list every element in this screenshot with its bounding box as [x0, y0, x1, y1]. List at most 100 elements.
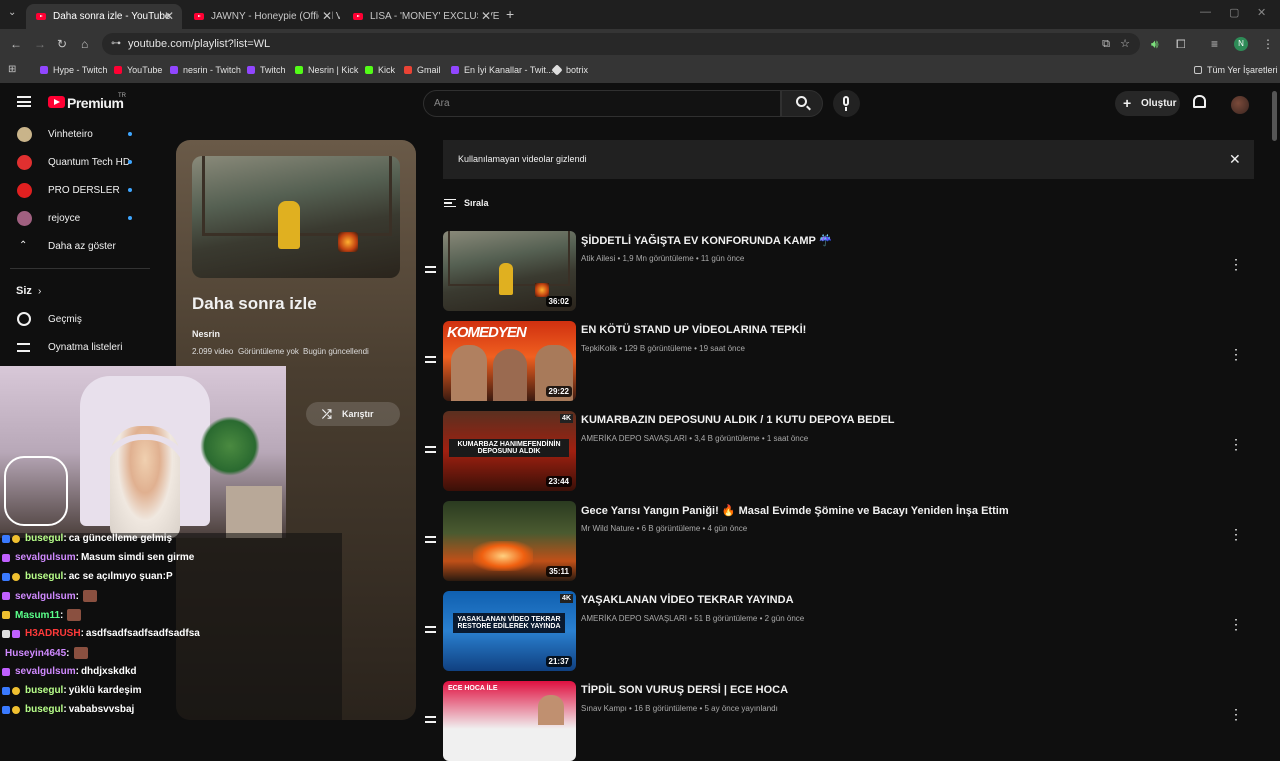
- extensions-icon[interactable]: ⧠: [1176, 37, 1186, 52]
- apps-grid-icon[interactable]: ⊞: [8, 64, 16, 75]
- drag-handle-icon[interactable]: [425, 536, 436, 543]
- folder-icon: [1194, 66, 1202, 74]
- more-actions-icon[interactable]: ⋮: [1229, 617, 1243, 631]
- bookmark-youtube[interactable]: YouTube: [114, 65, 162, 75]
- sidebar-sub-rejoyce[interactable]: rejoyce: [0, 204, 150, 232]
- bookmark-gmail[interactable]: Gmail: [404, 65, 441, 75]
- playlist-video-item[interactable]: ECE HOCA İLE TİPDİL SON VURUŞ DERSİ | EC…: [425, 681, 1263, 761]
- playlist-video-item[interactable]: YASAKLANAN VİDEO TEKRAR RESTORE EDİLEREK…: [425, 591, 1263, 671]
- plant: [200, 416, 260, 476]
- drag-handle-icon[interactable]: [425, 266, 436, 273]
- video-thumbnail[interactable]: KUMARBAZ HANIMEFENDİNİN DEPOSUNU ALDIK 4…: [443, 411, 576, 491]
- twitch-icon: [451, 66, 459, 74]
- search-input[interactable]: Ara: [434, 98, 450, 109]
- sidebar-history[interactable]: Geçmiş: [0, 305, 150, 333]
- forward-icon[interactable]: →: [34, 37, 46, 51]
- playlist-video-item[interactable]: 36:02 ŞİDDETLİ YAĞIŞTA EV KONFORUNDA KAM…: [425, 231, 1263, 311]
- close-window-icon[interactable]: ✕: [1257, 6, 1266, 19]
- video-title[interactable]: Gece Yarısı Yangın Paniği! 🔥 Masal Evimd…: [581, 504, 1009, 517]
- install-app-icon[interactable]: ⧉: [1102, 33, 1110, 55]
- bookmark-star-icon[interactable]: ☆: [1120, 33, 1130, 55]
- video-thumbnail[interactable]: 36:02: [443, 231, 576, 311]
- youtube-favicon-icon: [353, 13, 363, 20]
- chat-badge-icon: [2, 705, 10, 714]
- video-title[interactable]: EN KÖTÜ STAND UP VİDEOLARINA TEPKİ!: [581, 324, 806, 336]
- media-controls-icon[interactable]: ≡: [1211, 37, 1218, 51]
- drag-handle-icon[interactable]: [425, 626, 436, 633]
- video-title[interactable]: ŞİDDETLİ YAĞIŞTA EV KONFORUNDA KAMP ☔: [581, 234, 832, 247]
- notifications-bell-icon[interactable]: [1193, 95, 1206, 108]
- back-icon[interactable]: ←: [10, 37, 22, 51]
- voice-search-button[interactable]: [833, 90, 860, 117]
- bookmark-botrix[interactable]: botrix: [551, 64, 588, 76]
- more-actions-icon[interactable]: ⋮: [1229, 437, 1243, 451]
- bookmark-kick[interactable]: Kick: [365, 65, 395, 75]
- sidebar-show-less[interactable]: ⌃ Daha az göster: [0, 232, 150, 260]
- video-thumbnail[interactable]: 35:11: [443, 501, 576, 581]
- chat-badge-icon: [2, 686, 10, 695]
- bookmark-nesrin-kick[interactable]: Nesrin | Kick: [295, 65, 358, 75]
- youtube-logo-icon[interactable]: [48, 96, 65, 108]
- more-actions-icon[interactable]: ⋮: [1229, 347, 1243, 361]
- chat-badge-icon: [2, 592, 10, 600]
- video-title[interactable]: KUMARBAZIN DEPOSUNU ALDIK / 1 KUTU DEPOY…: [581, 414, 895, 426]
- profile-avatar[interactable]: N: [1234, 37, 1248, 51]
- bookmark-nesrin-twitch[interactable]: nesrin - Twitch: [170, 65, 241, 75]
- search-button[interactable]: [781, 90, 823, 117]
- page-scrollbar[interactable]: [1272, 91, 1277, 141]
- youtube-icon: [114, 66, 122, 74]
- playlist-video-item[interactable]: 35:11 Gece Yarısı Yangın Paniği! 🔥 Masal…: [425, 501, 1263, 581]
- tab-search-icon[interactable]: ⌄: [8, 7, 16, 18]
- video-thumbnail[interactable]: ECE HOCA İLE: [443, 681, 576, 761]
- bookmark-twitch[interactable]: Twitch: [247, 65, 286, 75]
- minimize-icon[interactable]: —: [1200, 6, 1211, 18]
- guide-menu-icon[interactable]: [17, 96, 31, 107]
- address-bar[interactable]: ⊶ youtube.com/playlist?list=WL ⧉ ☆: [102, 33, 1140, 55]
- close-icon[interactable]: ✕: [1229, 151, 1241, 168]
- hidden-videos-banner: Kullanılamayan videolar gizlendi ✕: [443, 140, 1254, 179]
- video-title[interactable]: YAŞAKLANAN VİDEO TEKRAR YAYINDA: [581, 594, 794, 606]
- tab-watch-later[interactable]: Daha sonra izle - YouTube ✕: [26, 4, 182, 29]
- audio-icon[interactable]: 🔊︎: [1151, 37, 1159, 52]
- video-duration: 36:02: [545, 296, 572, 307]
- sidebar-you[interactable]: Siz ›: [0, 277, 150, 305]
- playlist-video-item[interactable]: KUMARBAZ HANIMEFENDİNİN DEPOSUNU ALDIK 4…: [425, 411, 1263, 491]
- tab-jawny[interactable]: JAWNY - Honeypie (Official Vid ✕: [184, 4, 340, 29]
- close-tab-icon[interactable]: ✕: [318, 9, 332, 23]
- video-title[interactable]: TİPDİL SON VURUŞ DERSİ | ECE HOCA: [581, 684, 788, 696]
- shuffle-button[interactable]: ⤮ Karıştır: [306, 402, 400, 426]
- close-tab-icon[interactable]: ✕: [164, 9, 174, 23]
- sidebar-sub-pro-dersler[interactable]: PRO DERSLER: [0, 176, 150, 204]
- bookmark-hype-twitch[interactable]: Hype - Twitch: [40, 65, 107, 75]
- reload-icon[interactable]: ↻: [57, 37, 67, 51]
- site-info-icon[interactable]: ⊶: [111, 33, 121, 55]
- youtube-favicon-icon: [194, 13, 204, 20]
- playlist-owner[interactable]: Nesrin: [192, 329, 220, 339]
- video-thumbnail[interactable]: YASAKLANAN VİDEO TEKRAR RESTORE EDİLEREK…: [443, 591, 576, 671]
- sidebar-sub-quantum-tech-hd[interactable]: Quantum Tech HD: [0, 148, 150, 176]
- drag-handle-icon[interactable]: [425, 356, 436, 363]
- close-tab-icon[interactable]: ✕: [477, 9, 491, 23]
- account-avatar[interactable]: [1231, 96, 1249, 114]
- bookmark-en-iyi-kanallar[interactable]: En İyi Kanallar - Twit...: [451, 65, 553, 75]
- more-actions-icon[interactable]: ⋮: [1229, 527, 1243, 541]
- chat-message: H3ADRUSH : asdfsadfsadfsadfsadfsa: [2, 628, 200, 639]
- create-button[interactable]: + Oluştur: [1115, 91, 1180, 116]
- drag-handle-icon[interactable]: [425, 446, 436, 453]
- sidebar-playlists[interactable]: Oynatma listeleri: [0, 333, 150, 361]
- video-thumbnail[interactable]: KOMEDYEN 29:22: [443, 321, 576, 401]
- search-box[interactable]: Ara: [423, 90, 781, 117]
- new-tab-icon[interactable]: +: [506, 6, 514, 22]
- more-actions-icon[interactable]: ⋮: [1229, 707, 1243, 721]
- playlist-video-item[interactable]: KOMEDYEN 29:22 EN KÖTÜ STAND UP VİDEOLAR…: [425, 321, 1263, 401]
- all-bookmarks-folder[interactable]: Tüm Yer İşaretleri: [1194, 65, 1278, 75]
- tab-lisa[interactable]: LISA - 'MONEY' EXCLUSIVE PER ✕: [343, 4, 499, 29]
- playlist-thumbnail[interactable]: [192, 156, 400, 278]
- sidebar-sub-vinheteiro[interactable]: Vinheteiro: [0, 120, 150, 148]
- more-actions-icon[interactable]: ⋮: [1229, 257, 1243, 271]
- browser-menu-icon[interactable]: ⋮: [1262, 37, 1274, 51]
- home-icon[interactable]: ⌂: [81, 37, 88, 51]
- sort-button[interactable]: Sırala: [443, 196, 503, 212]
- new-content-dot: [128, 132, 132, 136]
- maximize-icon[interactable]: ▢: [1229, 6, 1239, 19]
